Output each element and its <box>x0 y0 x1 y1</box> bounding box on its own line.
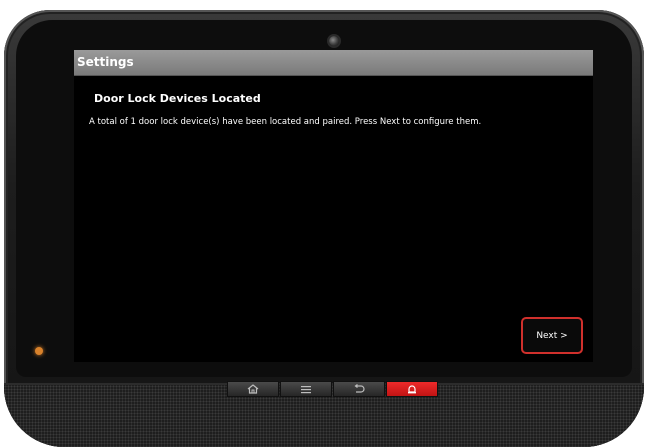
screen: Settings Door Lock Devices Located A tot… <box>74 50 593 362</box>
camera-icon <box>329 36 339 46</box>
status-led <box>35 347 43 355</box>
back-icon <box>354 384 365 393</box>
home-icon <box>247 384 259 394</box>
page-title: Settings <box>74 50 593 76</box>
next-button[interactable]: Next > <box>521 317 583 354</box>
menu-icon <box>301 385 311 393</box>
alarm-icon <box>408 384 416 393</box>
alarm-button[interactable] <box>386 381 438 397</box>
info-message: A total of 1 door lock device(s) have be… <box>89 117 482 127</box>
section-heading: Door Lock Devices Located <box>94 92 261 105</box>
menu-button[interactable] <box>280 381 332 397</box>
hardware-nav-bar <box>227 381 438 397</box>
back-button[interactable] <box>333 381 385 397</box>
home-button[interactable] <box>227 381 279 397</box>
